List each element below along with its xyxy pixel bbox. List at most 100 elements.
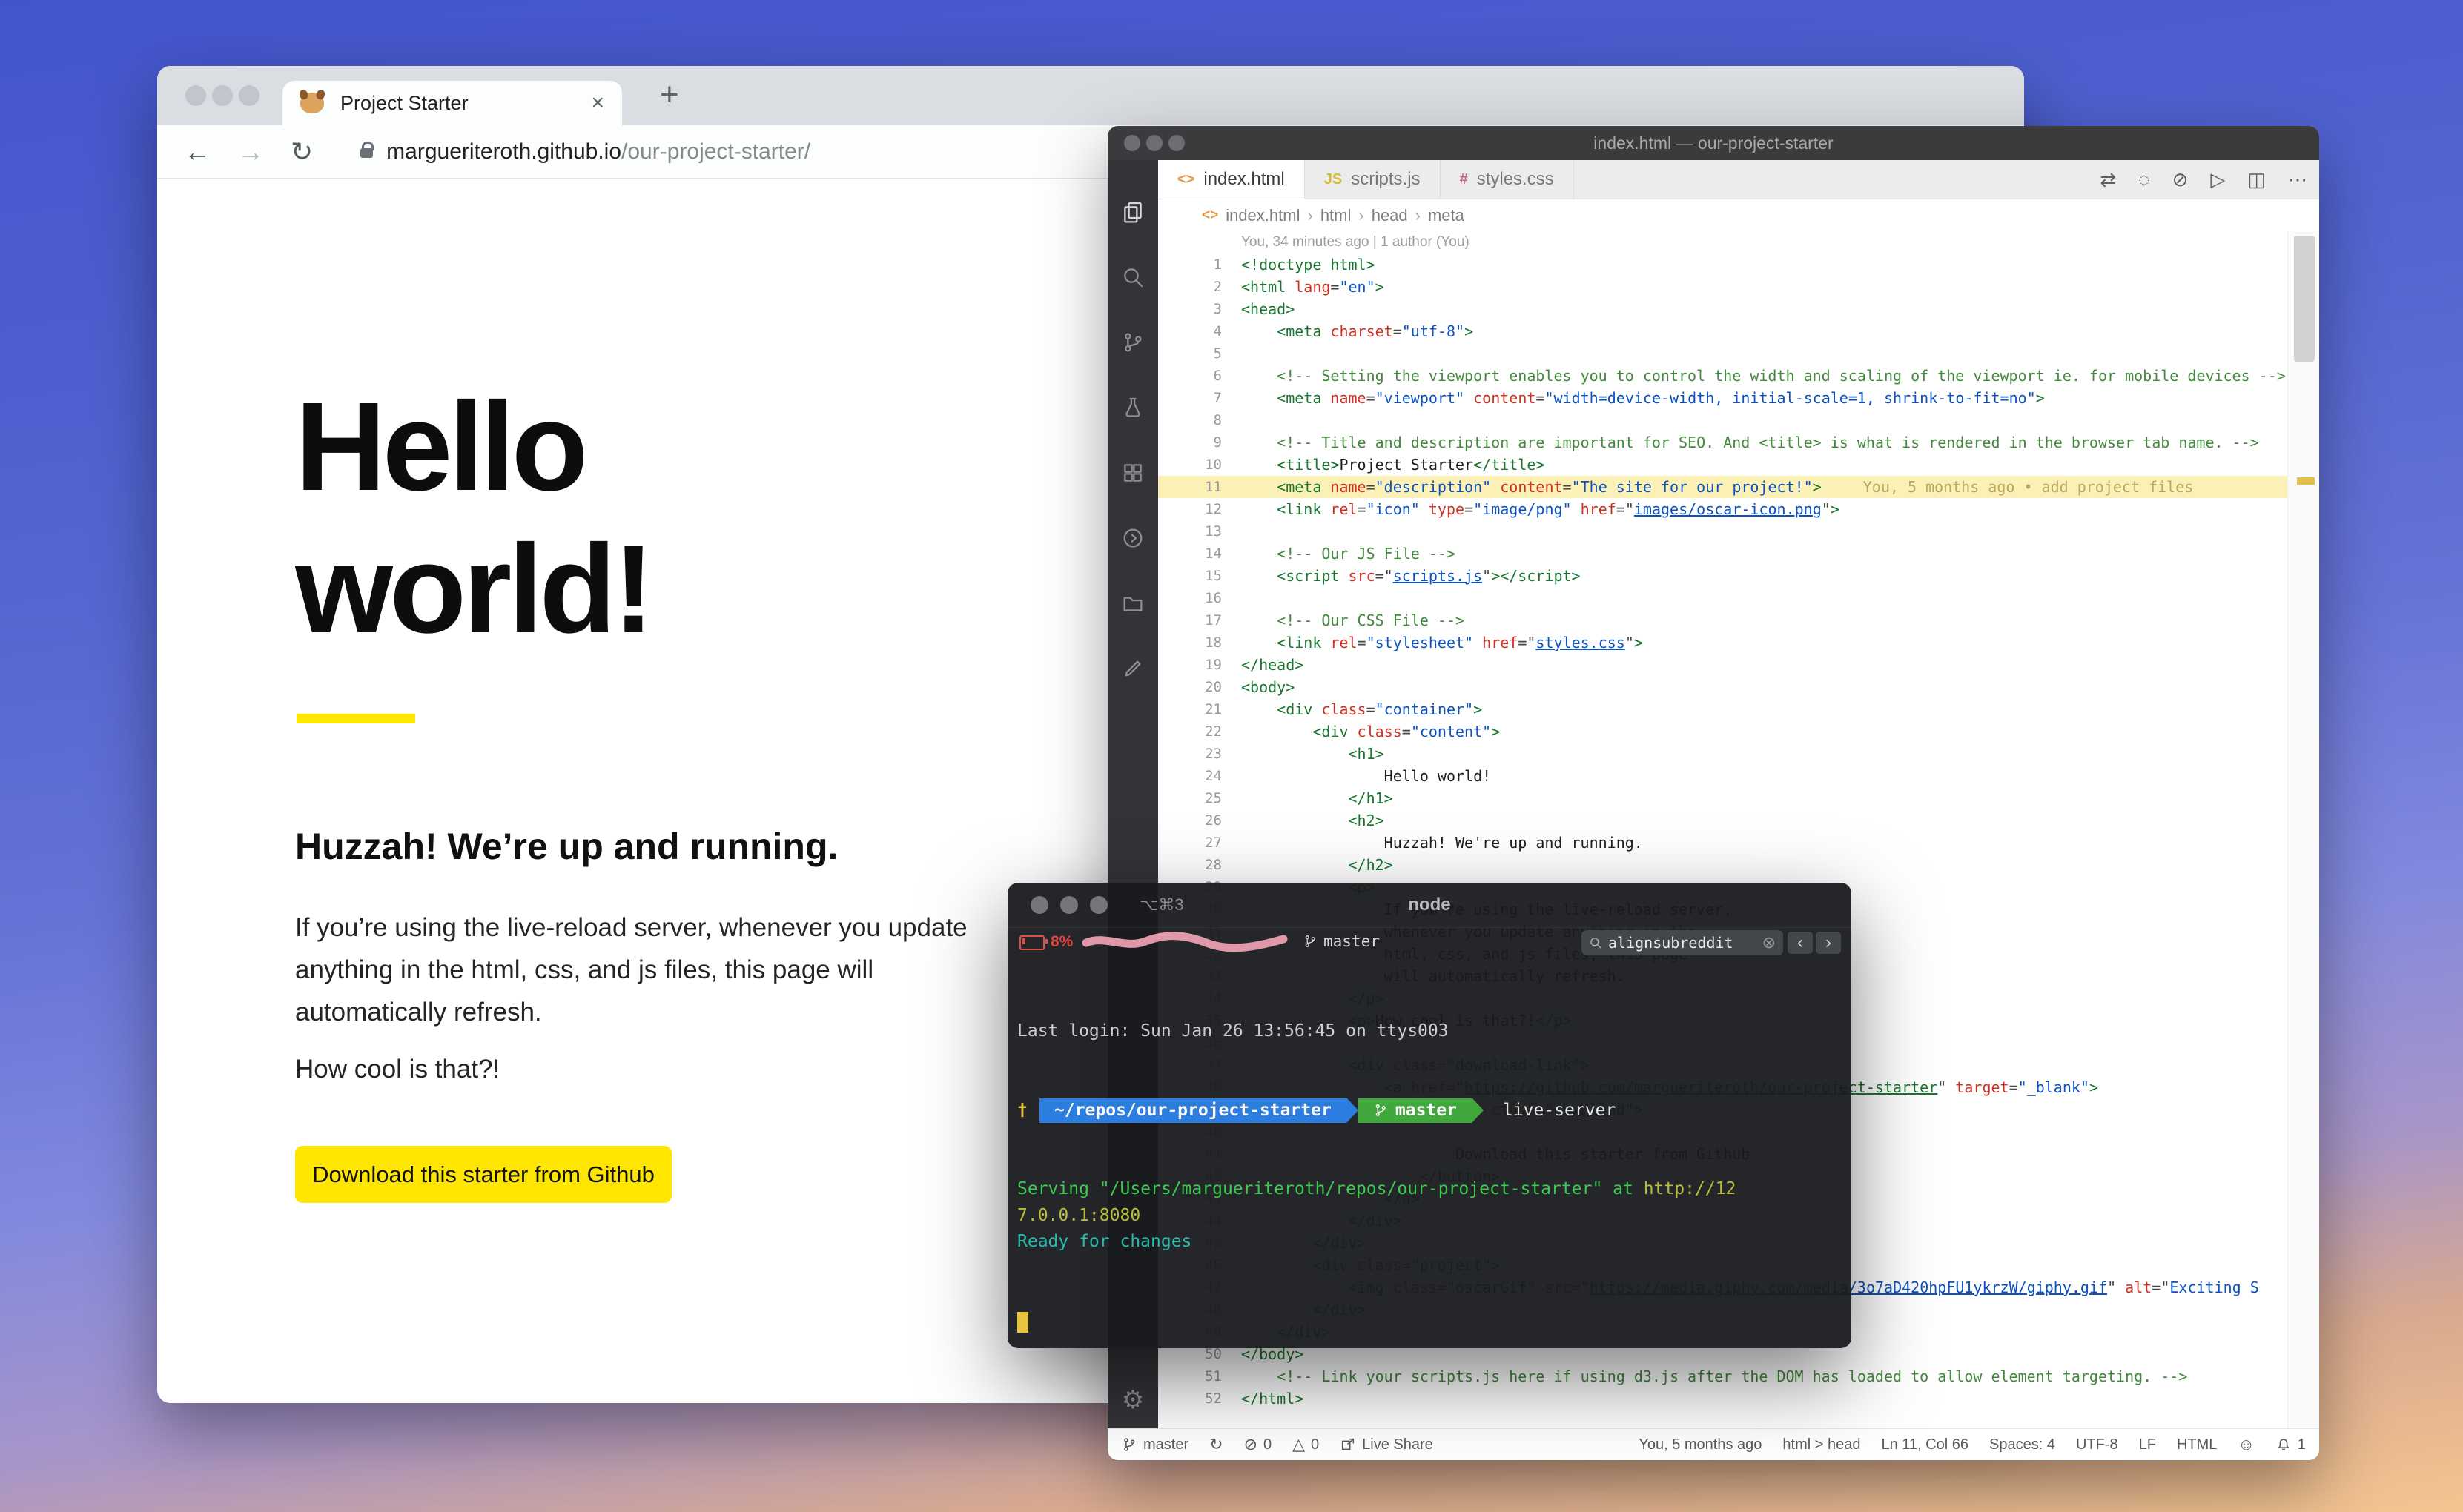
status-item-lf[interactable]: LF bbox=[2139, 1436, 2156, 1453]
breadcrumb-segment[interactable]: meta bbox=[1428, 206, 1464, 225]
status-item-0[interactable]: ⊘ 0 bbox=[1244, 1436, 1272, 1453]
code-line[interactable]: 18 <link rel="stylesheet" href="styles.c… bbox=[1158, 631, 2319, 654]
status-item-ln-11-col-66[interactable]: Ln 11, Col 66 bbox=[1881, 1436, 1968, 1453]
status-item-1[interactable]: 1 bbox=[2275, 1436, 2306, 1453]
status-item-0[interactable]: △ 0 bbox=[1292, 1436, 1319, 1453]
editor-action-icon[interactable]: ◫ bbox=[2247, 168, 2266, 191]
breadcrumb-segment[interactable]: index.html bbox=[1226, 206, 1300, 225]
code-line[interactable]: 24 Hello world! bbox=[1158, 765, 2319, 787]
breadcrumb[interactable]: <> index.html › html › head › meta bbox=[1158, 199, 2319, 231]
editor-tab-index.html[interactable]: <> index.html bbox=[1158, 160, 1305, 199]
minimize-window-button[interactable] bbox=[212, 85, 233, 106]
line-number: 18 bbox=[1205, 634, 1222, 651]
close-window-button[interactable] bbox=[185, 85, 206, 106]
code-line[interactable]: 17 <!-- Our CSS File --> bbox=[1158, 609, 2319, 631]
editor-action-icon[interactable]: ⇄ bbox=[2100, 168, 2116, 191]
line-number: 28 bbox=[1205, 857, 1222, 873]
code-line[interactable]: 5 bbox=[1158, 342, 2319, 365]
activity-source-control-icon[interactable] bbox=[1108, 310, 1158, 375]
code-text: <!doctype html> bbox=[1241, 256, 1375, 273]
status-label: UTF-8 bbox=[2075, 1436, 2118, 1453]
subheading: Huzzah! We’re up and running. bbox=[295, 826, 839, 867]
clear-search-icon[interactable]: ⊗ bbox=[1762, 933, 1776, 952]
activity-edit-icon[interactable] bbox=[1108, 636, 1158, 701]
close-tab-icon[interactable]: × bbox=[591, 90, 604, 116]
code-line[interactable]: 20 <body> bbox=[1158, 676, 2319, 698]
activity-folder-icon[interactable] bbox=[1108, 571, 1158, 636]
gear-icon[interactable]: ⚙ bbox=[1108, 1385, 1158, 1415]
code-line[interactable]: 23 <h1> bbox=[1158, 743, 2319, 765]
code-line[interactable]: 21 <div class="container"> bbox=[1158, 698, 2319, 720]
code-line[interactable]: 7 <meta name="viewport" content="width=d… bbox=[1158, 387, 2319, 409]
tab-project-starter[interactable]: Project Starter × bbox=[282, 81, 622, 125]
code-line[interactable]: 4 <meta charset="utf-8"> bbox=[1158, 320, 2319, 342]
editor-tab-scripts.js[interactable]: JS scripts.js bbox=[1304, 160, 1441, 199]
terminal-output[interactable]: Last login: Sun Jan 26 13:56:45 on ttys0… bbox=[1017, 966, 1844, 1348]
line-number: 52 bbox=[1205, 1390, 1222, 1407]
code-line[interactable]: 14 <!-- Our JS File --> bbox=[1158, 543, 2319, 565]
code-line[interactable]: 51 <!-- Link your scripts.js here if usi… bbox=[1158, 1365, 2319, 1387]
editor-tab-styles.css[interactable]: # styles.css bbox=[1440, 160, 1574, 199]
zoom-window-button[interactable] bbox=[1168, 135, 1185, 151]
code-line[interactable]: 19 </head> bbox=[1158, 654, 2319, 676]
activity-extensions-icon[interactable] bbox=[1108, 440, 1158, 505]
status-item-spaces-4[interactable]: Spaces: 4 bbox=[1989, 1436, 2055, 1453]
status-item[interactable]: ↻ bbox=[1209, 1436, 1223, 1453]
codelens-annotation[interactable]: You, 34 minutes ago | 1 author (You) bbox=[1158, 231, 2319, 253]
code-line[interactable]: 3 <head> bbox=[1158, 298, 2319, 320]
forward-button[interactable]: → bbox=[237, 136, 264, 168]
breadcrumb-segment[interactable]: html bbox=[1320, 206, 1352, 225]
new-tab-button[interactable]: + bbox=[660, 76, 679, 113]
download-starter-button[interactable]: Download this starter from Github bbox=[295, 1146, 672, 1203]
code-line[interactable]: 12 <link rel="icon" type="image/png" hre… bbox=[1158, 498, 2319, 520]
closing-line: How cool is that?! bbox=[295, 1055, 500, 1084]
code-line[interactable]: 10 <title>Project Starter</title> bbox=[1158, 454, 2319, 476]
url-text[interactable]: margueriteroth.github.io/our-project-sta… bbox=[386, 139, 810, 165]
code-line[interactable]: 28 </h2> bbox=[1158, 854, 2319, 876]
code-line[interactable]: 26 <h2> bbox=[1158, 809, 2319, 832]
code-line[interactable]: 11 <meta name="description" content="The… bbox=[1158, 476, 2319, 498]
status-item-you-5-months-ago[interactable]: You, 5 months ago bbox=[1639, 1436, 1762, 1453]
status-item-html[interactable]: HTML bbox=[2177, 1436, 2217, 1453]
code-line[interactable]: 13 bbox=[1158, 520, 2319, 543]
editor-action-icon[interactable]: ⊘ bbox=[2172, 168, 2189, 191]
code-line[interactable]: 27 Huzzah! We're up and running. bbox=[1158, 832, 2319, 854]
scrollbar-thumb[interactable] bbox=[2294, 236, 2315, 362]
code-line[interactable]: 6 <!-- Setting the viewport enables you … bbox=[1158, 365, 2319, 387]
close-window-button[interactable] bbox=[1031, 896, 1048, 914]
status-item-master[interactable]: master bbox=[1121, 1436, 1188, 1453]
code-line[interactable]: 22 <div class="content"> bbox=[1158, 720, 2319, 743]
status-item-live-share[interactable]: Live Share bbox=[1340, 1436, 1433, 1453]
activity-beaker-icon[interactable] bbox=[1108, 375, 1158, 440]
code-line[interactable]: 16 bbox=[1158, 587, 2319, 609]
code-line[interactable]: 9 <!-- Title and description are importa… bbox=[1158, 431, 2319, 454]
minimize-window-button[interactable] bbox=[1146, 135, 1163, 151]
activity-search-icon[interactable] bbox=[1108, 245, 1158, 310]
minimize-window-button[interactable] bbox=[1060, 896, 1078, 914]
code-line[interactable]: 8 bbox=[1158, 409, 2319, 431]
status-item-utf-8[interactable]: UTF-8 bbox=[2076, 1436, 2118, 1453]
terminal-search-input[interactable]: alignsubreddit ⊗ bbox=[1581, 930, 1783, 955]
code-line[interactable]: 15 <script src="scripts.js"></script> bbox=[1158, 565, 2319, 587]
close-window-button[interactable] bbox=[1124, 135, 1140, 151]
back-button[interactable]: ← bbox=[184, 136, 211, 168]
editor-scrollbar[interactable] bbox=[2287, 231, 2319, 1428]
search-prev-button[interactable]: ‹ bbox=[1788, 932, 1813, 954]
code-line[interactable]: 2 <html lang="en"> bbox=[1158, 276, 2319, 298]
editor-action-icon[interactable]: ◌ bbox=[2138, 168, 2149, 191]
status-item-html-head[interactable]: html > head bbox=[1782, 1436, 1860, 1453]
code-line[interactable]: 25 </h1> bbox=[1158, 787, 2319, 809]
code-line[interactable]: 1 <!doctype html> bbox=[1158, 253, 2319, 276]
breadcrumb-segment[interactable]: head bbox=[1372, 206, 1408, 225]
activity-live-share-icon[interactable] bbox=[1108, 505, 1158, 571]
search-next-button[interactable]: › bbox=[1816, 932, 1841, 954]
status-item[interactable]: ☺ bbox=[2238, 1436, 2254, 1453]
zoom-window-button[interactable] bbox=[1090, 896, 1108, 914]
smiley-icon: ☺ bbox=[2238, 1435, 2255, 1453]
editor-action-icon[interactable]: ⋯ bbox=[2288, 168, 2307, 191]
editor-action-icon[interactable]: ▷ bbox=[2210, 168, 2225, 191]
reload-button[interactable]: ↻ bbox=[291, 136, 313, 168]
activity-files-icon[interactable] bbox=[1108, 179, 1158, 245]
zoom-window-button[interactable] bbox=[239, 85, 259, 106]
code-line[interactable]: 52 </html> bbox=[1158, 1387, 2319, 1410]
